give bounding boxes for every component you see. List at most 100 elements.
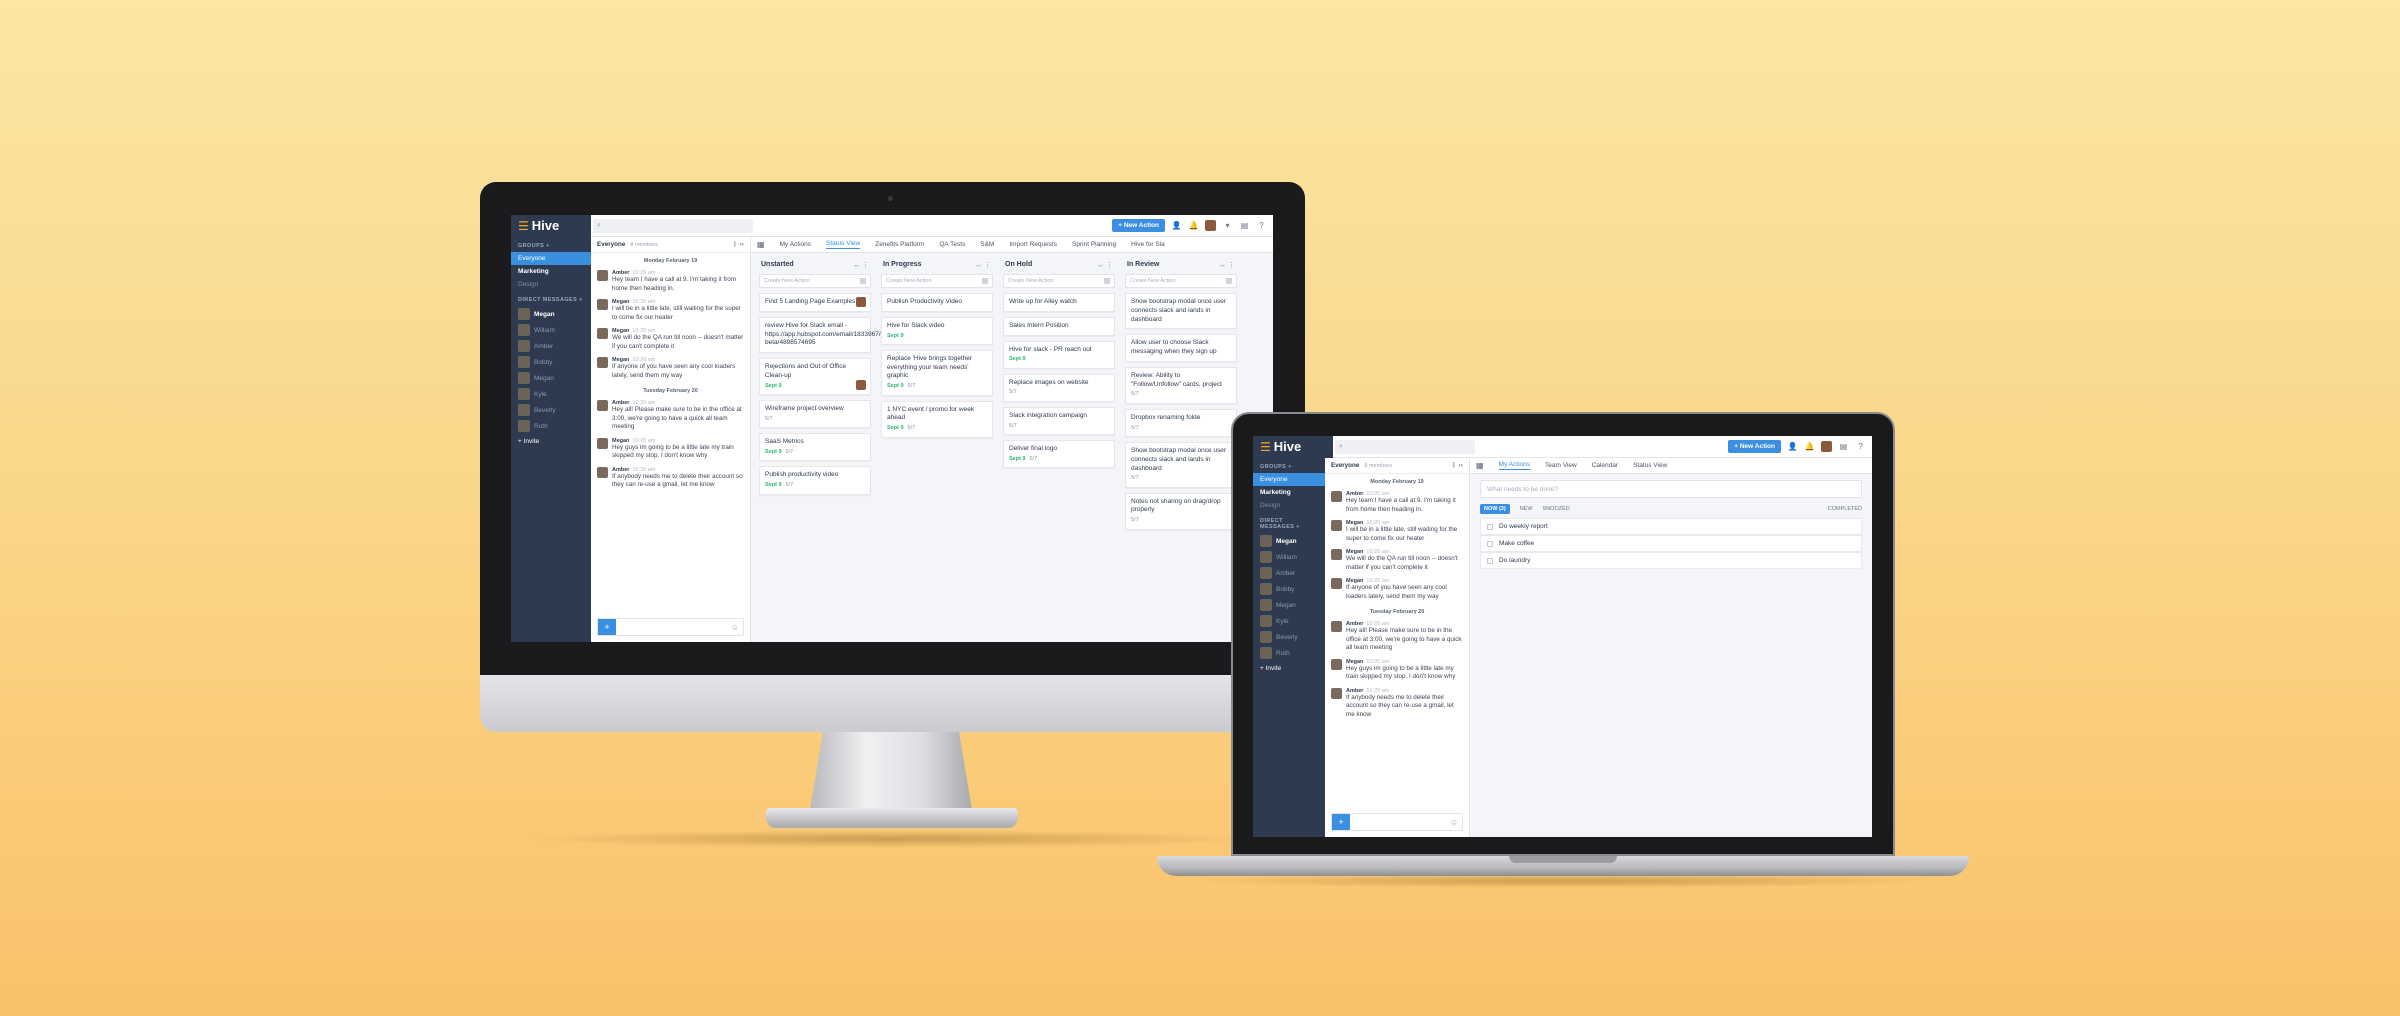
action-card[interactable]: Show bootstrap modal once user connects … xyxy=(1125,293,1237,330)
avatar[interactable] xyxy=(1331,687,1342,699)
avatar[interactable] xyxy=(1331,520,1342,531)
tab-item[interactable]: Import Requests xyxy=(1009,241,1057,248)
action-card[interactable]: Deliver final logo Sept 9 5/7 xyxy=(1003,440,1115,469)
action-card[interactable]: Find 5 Landing Page Examples xyxy=(759,293,871,312)
attach-plus-button[interactable]: + xyxy=(1332,814,1350,830)
action-card[interactable]: Rejections and Out of Office Clean-up Sep… xyxy=(759,358,871,396)
create-action-input[interactable]: Create New Action xyxy=(1125,274,1237,288)
add-icon[interactable] xyxy=(982,278,988,284)
action-card[interactable]: SaaS Metrics Sept 9 5/7 xyxy=(759,433,871,462)
sidebar-item-dm[interactable]: Megan xyxy=(1253,597,1325,613)
checkbox[interactable] xyxy=(1487,523,1493,530)
checkbox[interactable] xyxy=(1487,557,1493,564)
help-icon[interactable]: ? xyxy=(1256,220,1267,231)
column-controls-icon[interactable]: ↔ ⋮ xyxy=(975,261,991,269)
column-controls-icon[interactable]: ↔ ⋮ xyxy=(853,261,869,269)
column-controls-icon[interactable]: ↔ ⋮ xyxy=(1219,261,1235,269)
action-card[interactable]: Write up for Alley watch xyxy=(1003,293,1115,312)
message-input[interactable]: + ☺ xyxy=(1331,813,1463,831)
sidebar-item-group[interactable]: Design xyxy=(511,278,591,291)
sidebar-item-dm[interactable]: Bobby xyxy=(1253,581,1325,597)
avatar[interactable] xyxy=(597,299,608,310)
grid-icon[interactable]: ▦ xyxy=(1476,461,1484,470)
todo-item[interactable]: Make coffee xyxy=(1480,535,1862,552)
create-action-input[interactable]: Create New Action xyxy=(881,274,993,288)
todo-item[interactable]: Do laundry xyxy=(1480,552,1862,569)
action-card[interactable]: Allow user to choose Slack messaging whe… xyxy=(1125,334,1237,362)
add-icon[interactable] xyxy=(860,278,866,284)
invite-link[interactable]: + Invite xyxy=(1253,661,1325,676)
action-card[interactable]: Notes not sharing on drag/drop properly 5… xyxy=(1125,492,1237,530)
avatar[interactable] xyxy=(1205,220,1216,231)
sidebar-item-dm[interactable]: Kyle xyxy=(1253,613,1325,629)
search-input[interactable]: ⌕ xyxy=(1335,439,1475,454)
assignee-avatar[interactable] xyxy=(856,380,866,391)
avatar[interactable] xyxy=(1821,441,1832,452)
action-card[interactable]: Show bootstrap modal once user connects … xyxy=(1125,441,1237,488)
avatar[interactable] xyxy=(597,466,608,478)
avatar[interactable] xyxy=(597,400,608,411)
more-icon[interactable]: ⋮ ‹‹ xyxy=(1451,462,1463,469)
tab-item[interactable]: Status View xyxy=(1633,462,1667,469)
sidebar-item-dm[interactable]: Amber xyxy=(1253,565,1325,581)
filter-completed[interactable]: COMPLETED xyxy=(1828,506,1862,512)
column-controls-icon[interactable]: ↔ ⋮ xyxy=(1097,261,1113,269)
tab-item[interactable]: QA Tests xyxy=(939,241,965,248)
hive-logo[interactable]: ☰ Hive xyxy=(1253,436,1333,458)
new-todo-input[interactable]: What needs to be done? xyxy=(1480,480,1862,498)
direct-messages-heading[interactable]: DIRECT MESSAGES + xyxy=(511,291,591,306)
search-input[interactable]: ⌕ xyxy=(593,218,753,233)
action-card[interactable]: Wireframe project overview 5/7 xyxy=(759,400,871,429)
tab-item[interactable]: Team View xyxy=(1545,462,1577,469)
bell-icon[interactable]: 🔔 xyxy=(1804,441,1815,452)
tab-item[interactable]: Sprint Planning xyxy=(1072,241,1116,248)
invite-link[interactable]: + Invite xyxy=(511,434,591,449)
new-action-button[interactable]: + New Action xyxy=(1728,440,1781,453)
create-action-input[interactable]: Create New Action xyxy=(1003,274,1115,288)
avatar[interactable] xyxy=(1331,491,1342,502)
avatar[interactable] xyxy=(597,437,608,449)
tab-item[interactable]: Zenefits Platform xyxy=(875,241,924,248)
sidebar-item-group[interactable]: Marketing xyxy=(1253,486,1325,499)
action-card[interactable]: Hive for slack - PR reach out Sept 9 xyxy=(1003,340,1115,369)
sidebar-item-dm[interactable]: Beverly xyxy=(1253,629,1325,645)
file-icon[interactable]: ▤ xyxy=(1838,441,1849,452)
file-icon[interactable]: ▤ xyxy=(1239,220,1250,231)
sidebar-item-dm[interactable]: Megan xyxy=(1253,533,1325,549)
add-user-icon[interactable]: 👤 xyxy=(1787,441,1798,452)
action-card[interactable]: Dropbox renaming folde 5/7 xyxy=(1125,408,1237,437)
help-icon[interactable]: ? xyxy=(1855,441,1866,452)
sidebar-item-dm[interactable]: William xyxy=(1253,549,1325,565)
message-input[interactable]: + ☺ xyxy=(597,618,744,636)
avatar[interactable] xyxy=(1331,621,1342,632)
avatar[interactable] xyxy=(1331,549,1342,560)
action-card[interactable]: review Hive for Slack email - https://ap… xyxy=(759,316,893,354)
action-card[interactable]: 1 NYC event / promo for week ahead Sept 9… xyxy=(881,400,993,438)
sidebar-item-group[interactable]: Marketing xyxy=(511,265,591,278)
avatar[interactable] xyxy=(597,357,608,368)
action-card[interactable]: Replace images on website 5/7 xyxy=(1003,373,1115,402)
tab-item[interactable]: My Actions xyxy=(780,241,811,248)
add-icon[interactable] xyxy=(1104,278,1110,284)
hive-logo[interactable]: ☰ Hive xyxy=(511,215,591,237)
sidebar-item-dm[interactable]: Megan xyxy=(511,370,591,386)
tab-item[interactable]: Status View xyxy=(826,240,861,249)
filter-now[interactable]: NOW (3) xyxy=(1480,504,1510,514)
sidebar-item-dm[interactable]: Megan xyxy=(511,306,591,322)
avatar[interactable] xyxy=(597,270,608,281)
attach-plus-button[interactable]: + xyxy=(598,619,616,635)
sidebar-item-dm[interactable]: Bobby xyxy=(511,354,591,370)
emoji-icon[interactable]: ☺ xyxy=(1450,818,1458,827)
chevron-down-icon[interactable]: ▾ xyxy=(1222,220,1233,231)
sidebar-item-group[interactable]: Design xyxy=(1253,499,1325,512)
member-count[interactable]: 8 members xyxy=(630,242,658,248)
filter-snoozed[interactable]: SNOOZED xyxy=(1543,506,1570,512)
tab-item[interactable]: Calendar xyxy=(1592,462,1618,469)
action-card[interactable]: Publish productivity video Sept 9 5/7 xyxy=(759,466,871,495)
action-card[interactable]: Sales Intern Position xyxy=(1003,316,1115,336)
checkbox[interactable] xyxy=(1487,540,1493,547)
sidebar-item-group[interactable]: Everyone xyxy=(1253,473,1325,486)
sidebar-item-dm[interactable]: Ruth xyxy=(1253,645,1325,661)
new-action-button[interactable]: + New Action xyxy=(1112,219,1165,232)
tab-item[interactable]: Hive for Sla xyxy=(1131,241,1165,248)
